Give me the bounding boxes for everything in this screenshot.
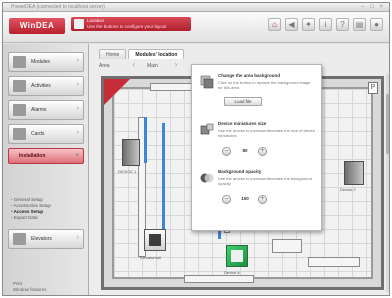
location-icon [74, 19, 84, 29]
sidebar-item-label: Elevators [31, 236, 52, 242]
elevators-icon [13, 233, 26, 245]
opacity-value: 100 [241, 196, 249, 201]
context-panel: Location Use the buttons to configure yo… [71, 17, 191, 31]
corner-marker [104, 79, 130, 105]
tab-bar: Home Modules' location [99, 49, 185, 59]
sidebar-item-cards[interactable]: Cards › [8, 124, 84, 144]
door-marker [162, 123, 165, 233]
chevron-right-icon: › [76, 129, 79, 136]
size-stepper[interactable]: – 80 + [222, 147, 268, 156]
background-desc: Click on the button to replace the backg… [218, 80, 311, 90]
scrollbar-thumb[interactable] [386, 94, 389, 154]
device-server[interactable] [122, 139, 140, 166]
settings-popup: Change the area background Click on the … [191, 64, 322, 231]
sidebar-item-alarms[interactable]: Alarms › [8, 100, 84, 120]
opacity-section: Background opacity Use the arrows to inc… [200, 169, 320, 207]
device-label: Elevatorhall [140, 255, 161, 260]
opacity-stepper[interactable]: – 100 + [222, 195, 268, 204]
size-title: Device miniatures size [218, 121, 267, 126]
area-name: Main [147, 63, 158, 69]
device-face [231, 250, 243, 262]
background-section: Change the area background Click on the … [200, 73, 320, 111]
document-icon[interactable]: ▤ [353, 18, 366, 31]
sidebar-item-modules[interactable]: Modules › [8, 52, 84, 72]
chevron-right-icon: › [76, 81, 79, 88]
size-value: 80 [242, 148, 248, 153]
device-label: Device A [224, 270, 240, 275]
prev-area-icon[interactable]: ‹ [129, 60, 139, 70]
app-header: WinDEA Location Use the buttons to confi… [3, 12, 389, 43]
opacity-title: Background opacity [218, 169, 262, 174]
print-icon[interactable]: P [368, 82, 378, 94]
plus-icon[interactable]: + [258, 147, 267, 156]
sidebar-footer: Print Window features [13, 281, 47, 293]
sidebar-item-activities[interactable]: Activities › [8, 76, 84, 96]
wall-cabinet [184, 275, 254, 283]
vertical-scrollbar[interactable] [386, 74, 389, 292]
door-marker [144, 117, 147, 163]
device-label: DEVICE 1 [118, 169, 137, 174]
device-terminal[interactable] [144, 229, 166, 251]
chevron-down-icon: ▾ [75, 152, 79, 159]
context-subtitle: Use the buttons to configure your layout [87, 24, 167, 29]
modules-icon [13, 56, 26, 68]
size-desc: Use the arrows to increase/decrease the … [218, 128, 316, 138]
load-file-button[interactable]: Load file [224, 97, 262, 106]
area-label: Area [99, 63, 110, 69]
sidebar: Modules › Activities › Alarms › Cards › … [3, 44, 89, 295]
next-area-icon[interactable]: › [171, 60, 181, 70]
resize-icon [200, 123, 214, 135]
info-icon[interactable]: i [319, 18, 332, 31]
opacity-desc: Use the arrows to increase/decrease the … [218, 176, 312, 186]
user-icon[interactable]: ● [370, 18, 383, 31]
device-label: Device 2 [340, 187, 356, 192]
help-icon[interactable]: ? [336, 18, 349, 31]
sidebar-item-elevators[interactable]: Elevators › [8, 229, 84, 249]
main-content: Home Modules' location Area ‹ Main › P D… [89, 44, 389, 295]
app-window: PowerDEA (connected to localhost server)… [2, 2, 390, 296]
settings-icon[interactable]: ✦ [302, 18, 315, 31]
cards-icon [13, 128, 26, 140]
app-logo: WinDEA [9, 18, 65, 34]
title-bar: PowerDEA (connected to localhost server)… [3, 3, 389, 12]
chevron-right-icon: › [76, 234, 79, 241]
window-controls[interactable]: – □ × [361, 4, 385, 10]
sidebar-item-label: Alarms [31, 107, 47, 113]
sidebar-item-label: Activities [31, 83, 51, 89]
background-title: Change the area background [218, 73, 281, 78]
top-toolbar: ⌂ ◀ ✦ i ? ▤ ● [268, 18, 383, 31]
window-features-link[interactable]: Window features [13, 287, 47, 293]
back-icon[interactable]: ◀ [285, 18, 298, 31]
context-title: Location [87, 18, 105, 23]
wall-cabinet [272, 239, 302, 253]
submenu-export-data[interactable]: Export Data [11, 215, 85, 221]
home-icon[interactable]: ⌂ [268, 18, 281, 31]
chevron-right-icon: › [76, 105, 79, 112]
area-toolbar: Area ‹ Main › [99, 60, 199, 72]
chevron-right-icon: › [76, 57, 79, 64]
sidebar-item-label: Cards [31, 131, 45, 137]
plus-icon[interactable]: + [258, 195, 267, 204]
sidebar-item-label: Installation [19, 153, 46, 159]
terminal-screen [149, 234, 161, 246]
miniature-size-section: Device miniatures size Use the arrows to… [200, 121, 320, 159]
alarms-icon [13, 104, 26, 116]
activities-icon [13, 80, 26, 92]
tab-home[interactable]: Home [99, 49, 127, 59]
sidebar-item-label: Modules [31, 59, 50, 65]
installation-submenu: General Setup Accessories Setup Access S… [11, 197, 85, 221]
image-icon [200, 75, 214, 89]
device-server[interactable] [344, 161, 364, 185]
sidebar-item-installation[interactable]: Installation ▾ [8, 148, 84, 164]
wall-cabinet [308, 257, 360, 267]
device-selected[interactable] [226, 245, 248, 267]
window-title: PowerDEA (connected to localhost server) [11, 4, 105, 10]
minus-icon[interactable]: – [222, 195, 231, 204]
opacity-icon [200, 173, 214, 183]
minus-icon[interactable]: – [222, 147, 231, 156]
tab-modules-location[interactable]: Modules' location [128, 49, 185, 59]
